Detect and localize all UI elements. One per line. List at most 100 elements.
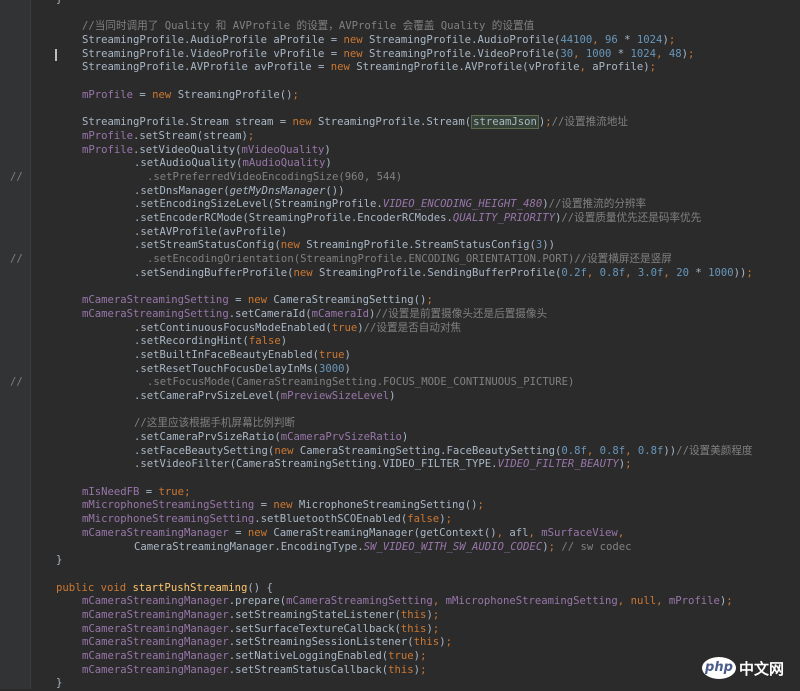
code-token: 30: [560, 47, 574, 60]
code-token: this: [400, 622, 427, 635]
code-line[interactable]: .setAVProfile(avProfile): [30, 226, 800, 240]
code-token: .setEncoderRCMode(StreamingProfile.Encod…: [134, 212, 453, 224]
code-line[interactable]: mCameraStreamingManager.setSurfaceTextur…: [30, 623, 800, 637]
code-token: MicrophoneStreamingSetting(): [298, 499, 478, 512]
code-line[interactable]: .setCameraPrvSizeLevel(mPreviewSizeLevel…: [30, 390, 800, 404]
code-line[interactable]: [30, 404, 800, 418]
code-line[interactable]: mProfile = new StreamingProfile();: [30, 89, 800, 103]
code-token: 1000: [585, 47, 618, 60]
code-token: 1024: [630, 47, 657, 60]
code-line[interactable]: // .setEncodingOrientation(StreamingProfi…: [10, 253, 800, 267]
code-line[interactable]: public void startPushStreaming() {: [30, 582, 800, 596]
code-line[interactable]: StreamingProfile.VideoProfile vProfile =…: [30, 48, 800, 62]
code-line[interactable]: }: [30, 0, 800, 7]
code-line[interactable]: StreamingProfile.Stream stream = new Str…: [30, 115, 800, 130]
code-line[interactable]: mCameraStreamingManager.setStreamStatusC…: [30, 664, 800, 678]
code-line[interactable]: .setCameraPrvSizeRatio(mCameraPrvSizeRat…: [30, 431, 800, 445]
code-token: }: [56, 677, 63, 690]
code-token: public void: [56, 581, 133, 594]
code-token: .setBuiltInFaceBeautyEnabled(: [134, 348, 319, 361]
code-line[interactable]: mCameraStreamingManager.setNativeLogging…: [30, 650, 800, 664]
code-editor[interactable]: } //当同时调用了 Quality 和 AVProfile 的设置，AVProf…: [10, 0, 800, 691]
code-token: getMyDnsManager: [229, 184, 326, 197]
code-token: StreamingProfile.Stream(: [318, 116, 472, 129]
code-line[interactable]: //这里应该根据手机屏幕比例判断: [30, 417, 800, 431]
code-token: ): [344, 348, 351, 361]
code-line[interactable]: }: [30, 554, 800, 568]
code-token: mSurfaceView: [541, 526, 618, 539]
code-line[interactable]: mCameraStreamingManager.setStreamingSess…: [30, 636, 800, 650]
code-token: 0.8f: [599, 266, 626, 279]
code-line[interactable]: [30, 472, 800, 486]
code-token: //设置推流地址: [551, 116, 628, 129]
code-token: new: [280, 239, 307, 252]
code-token: afl: [509, 526, 529, 539]
code-line[interactable]: [30, 7, 800, 21]
code-line[interactable]: .setVideoFilter(CameraStreamingSetting.V…: [30, 458, 800, 472]
code-token: mCameraStreamingSetting: [82, 307, 229, 320]
code-token: .setStream(stream): [133, 129, 248, 142]
code-token: ,: [592, 34, 606, 47]
code-line[interactable]: mMicrophoneStreamingSetting.setBluetooth…: [30, 513, 800, 527]
code-line[interactable]: // .setFocusMode(CameraStreamingSetting.F…: [10, 376, 800, 390]
code-line[interactable]: mCameraStreamingSetting = new CameraStre…: [30, 294, 800, 308]
code-token: ;: [649, 61, 657, 74]
code-line[interactable]: .setRecordingHint(false): [30, 335, 800, 349]
code-token: mProfile: [82, 129, 134, 142]
code-line[interactable]: CameraStreamingManager.EncodingType.SW_V…: [30, 541, 800, 555]
code-token: aProfile): [592, 61, 650, 74]
code-line[interactable]: mCameraStreamingSetting.setCameraId(mCam…: [30, 308, 800, 322]
code-token: mProfile: [82, 88, 134, 101]
code-line[interactable]: .setEncoderRCMode(StreamingProfile.Encod…: [30, 212, 800, 226]
code-token: mCameraStreamingManager: [82, 650, 229, 662]
code-line[interactable]: StreamingProfile.AVProfile avProfile = n…: [30, 61, 800, 75]
line-comment-marker: //: [10, 253, 23, 266]
code-token: //设置美颜程度: [676, 444, 753, 457]
code-token: StreamingProfile.VideoProfile vProfile =: [82, 47, 344, 60]
code-token: =: [228, 526, 248, 539]
code-token: 44100: [560, 34, 593, 47]
code-line[interactable]: mProfile.setStream(stream);: [30, 130, 800, 144]
code-token: true: [331, 321, 358, 334]
code-token: .setPreferredVideoEncodingSize(960, 544): [147, 170, 403, 183]
code-line[interactable]: StreamingProfile.AudioProfile aProfile =…: [30, 34, 800, 48]
code-token: false: [407, 513, 440, 526]
code-token: .setDnsManager(: [134, 184, 230, 197]
code-line[interactable]: mMicrophoneStreamingSetting = new Microp…: [30, 499, 800, 513]
code-token: this: [400, 608, 427, 621]
code-line[interactable]: [30, 568, 800, 582]
code-line[interactable]: mCameraStreamingManager.prepare(mCameraS…: [30, 595, 800, 609]
code-token: ,: [625, 266, 638, 279]
code-line[interactable]: [30, 280, 800, 294]
code-token: ,: [432, 595, 446, 608]
code-token: QUALITY_PRIORITY: [452, 212, 555, 224]
code-token: // sw codec: [561, 540, 632, 553]
code-line[interactable]: .setContinuousFocusModeEnabled(true)//设置…: [30, 322, 800, 336]
code-token: streamJson: [471, 115, 539, 130]
code-line[interactable]: mProfile.setVideoQuality(mVideoQuality): [30, 144, 800, 158]
code-token: 0.2f: [561, 266, 587, 279]
code-line[interactable]: mCameraStreamingManager = new CameraStre…: [30, 527, 800, 541]
code-line[interactable]: .setSendingBufferProfile(new StreamingPr…: [30, 267, 800, 281]
code-line[interactable]: //当同时调用了 Quality 和 AVProfile 的设置，AVProfi…: [30, 20, 800, 34]
code-line[interactable]: .setAudioQuality(mAudioQuality): [30, 157, 800, 171]
code-line[interactable]: // .setPreferredVideoEncodingSize(960, 54…: [10, 170, 800, 185]
code-line[interactable]: .setResetTouchFocusDelayInMs(3000): [30, 363, 800, 377]
code-line[interactable]: [30, 75, 800, 89]
code-token: .setStreamStatusCallback(: [228, 663, 389, 676]
code-token: mVideoQuality: [241, 143, 325, 156]
code-line[interactable]: [30, 103, 800, 117]
code-line[interactable]: .setStreamStatusConfig(new StreamingProf…: [30, 239, 800, 253]
code-line[interactable]: .setEncodingSizeLevel(StreamingProfile.V…: [30, 198, 800, 212]
code-token: ,: [496, 526, 510, 539]
code-line[interactable]: .setDnsManager(getMyDnsManager()): [30, 185, 800, 199]
code-line[interactable]: .setBuiltInFaceBeautyEnabled(true): [30, 349, 800, 363]
code-token: mMicrophoneStreamingSetting: [82, 513, 255, 526]
code-token: .setNativeLoggingEnabled(: [228, 650, 389, 662]
code-token: true: [388, 650, 414, 662]
code-line[interactable]: mCameraStreamingManager.setStreamingStat…: [30, 609, 800, 623]
code-token: mCameraStreamingManager: [82, 595, 229, 608]
code-token: //当同时调用了 Quality 和 AVProfile 的设置，AVProfi…: [82, 20, 535, 33]
code-line[interactable]: .setFaceBeautySetting(new CameraStreamin…: [30, 445, 800, 459]
code-line[interactable]: mIsNeedFB = true;: [30, 486, 800, 500]
